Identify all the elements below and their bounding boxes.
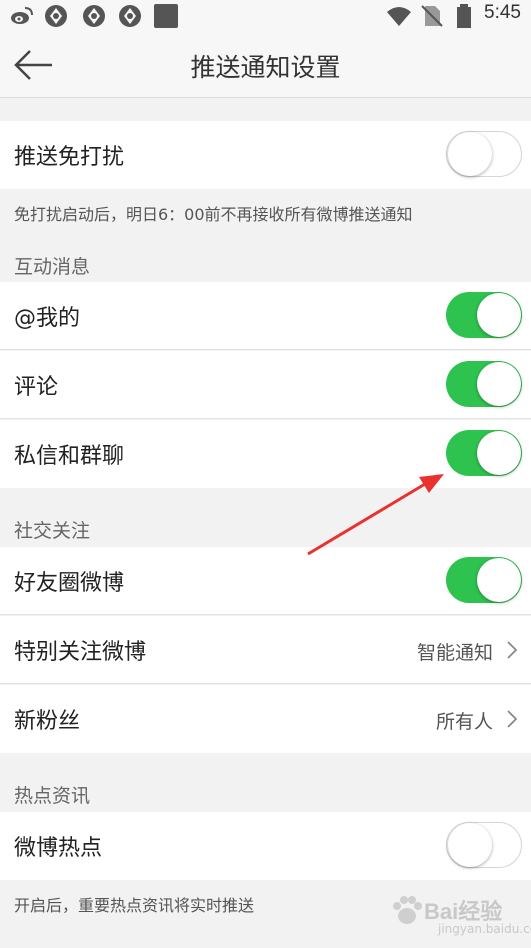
friends-circle-row[interactable]: 好友圈微博 [0, 547, 531, 615]
app-square-icon [154, 4, 178, 28]
weibo-hot-row[interactable]: 微博热点 [0, 812, 531, 880]
row-divider [0, 614, 531, 615]
dnd-toggle[interactable] [446, 131, 522, 177]
weibo-hot-toggle[interactable] [446, 822, 522, 868]
clock: 5:45 [484, 2, 521, 23]
special-follow-value: 智能通知 [416, 642, 493, 664]
dnd-row[interactable]: 推送免打扰 [0, 121, 531, 189]
page-title: 推送通知设置 [190, 53, 341, 82]
section-header-social: 社交关注 [14, 520, 91, 542]
message-row[interactable]: 私信和群聊 [0, 420, 531, 488]
new-fans-value: 所有人 [435, 711, 493, 733]
new-fans-label: 新粉丝 [14, 709, 81, 734]
comment-toggle[interactable] [446, 361, 522, 407]
toggle-knob [448, 132, 492, 176]
toggle-knob [477, 362, 521, 406]
no-sim-icon [421, 5, 443, 27]
dnd-note: 免打扰启动后，明日6：00前不再接收所有微博推送通知 [14, 205, 413, 224]
row-divider [0, 349, 531, 350]
section-header-hot: 热点资讯 [14, 785, 91, 807]
comment-row[interactable]: 评论 [0, 351, 531, 419]
comment-label: 评论 [14, 375, 59, 400]
app-notification-icon [45, 5, 67, 27]
row-divider [0, 683, 531, 684]
battery-icon [457, 4, 471, 28]
wifi-icon [387, 7, 411, 26]
toggle-knob [477, 293, 521, 337]
section-header-interaction: 互动消息 [14, 256, 91, 278]
toggle-knob [477, 431, 521, 475]
mention-toggle[interactable] [446, 292, 522, 338]
app-notification-icon [119, 5, 141, 27]
mention-label: @我的 [14, 306, 81, 331]
new-fans-row[interactable]: 新粉丝 所有人 [0, 685, 531, 753]
toggle-knob [477, 558, 521, 602]
status-bar: 5:45 [0, 0, 531, 32]
weibo-hot-label: 微博热点 [14, 836, 103, 861]
app-notification-icon [83, 5, 105, 27]
weibo-icon [11, 7, 33, 24]
paw-icon [393, 896, 422, 924]
chevron-right-icon [507, 641, 518, 659]
hot-note: 开启后，重要热点资讯将实时推送 [14, 896, 255, 915]
nav-bar: 推送通知设置 [0, 32, 531, 98]
message-label: 私信和群聊 [14, 444, 125, 469]
dnd-label: 推送免打扰 [14, 145, 125, 170]
mention-row[interactable]: @我的 [0, 282, 531, 350]
watermark-url: jingyan.baidu.com [438, 922, 531, 936]
special-follow-label: 特别关注微博 [14, 640, 147, 665]
friends-circle-toggle[interactable] [446, 557, 522, 603]
special-follow-row[interactable]: 特别关注微博 智能通知 [0, 616, 531, 684]
baidu-jingyan-watermark: Bai经验 jingyan.baidu.com [390, 888, 531, 944]
chevron-right-icon [507, 710, 518, 728]
friends-circle-label: 好友圈微博 [14, 571, 125, 596]
toggle-knob [448, 823, 492, 867]
row-divider [0, 418, 531, 419]
message-toggle[interactable] [446, 430, 522, 476]
